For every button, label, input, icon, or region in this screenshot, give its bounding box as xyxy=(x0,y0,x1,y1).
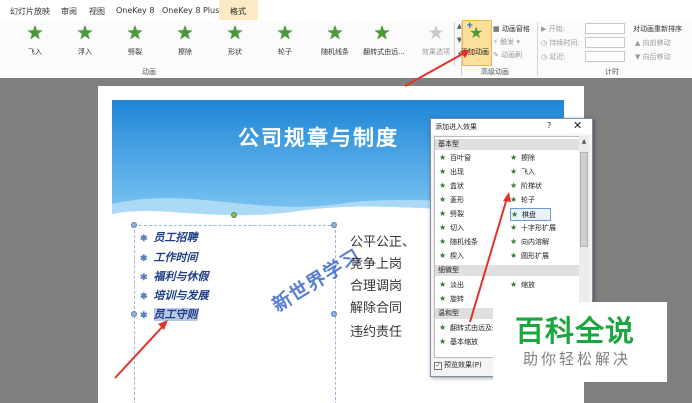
logo-sub-text: 助你轻松解决 xyxy=(523,350,632,368)
arrow-to-add-animation xyxy=(404,51,467,87)
site-logo-overlay: 百科全说 助你轻松解决 xyxy=(493,302,667,382)
arrowhead xyxy=(503,192,511,202)
arrow-to-selected-bullet xyxy=(114,324,165,379)
logo-main-text: 百科全说 xyxy=(515,314,636,348)
